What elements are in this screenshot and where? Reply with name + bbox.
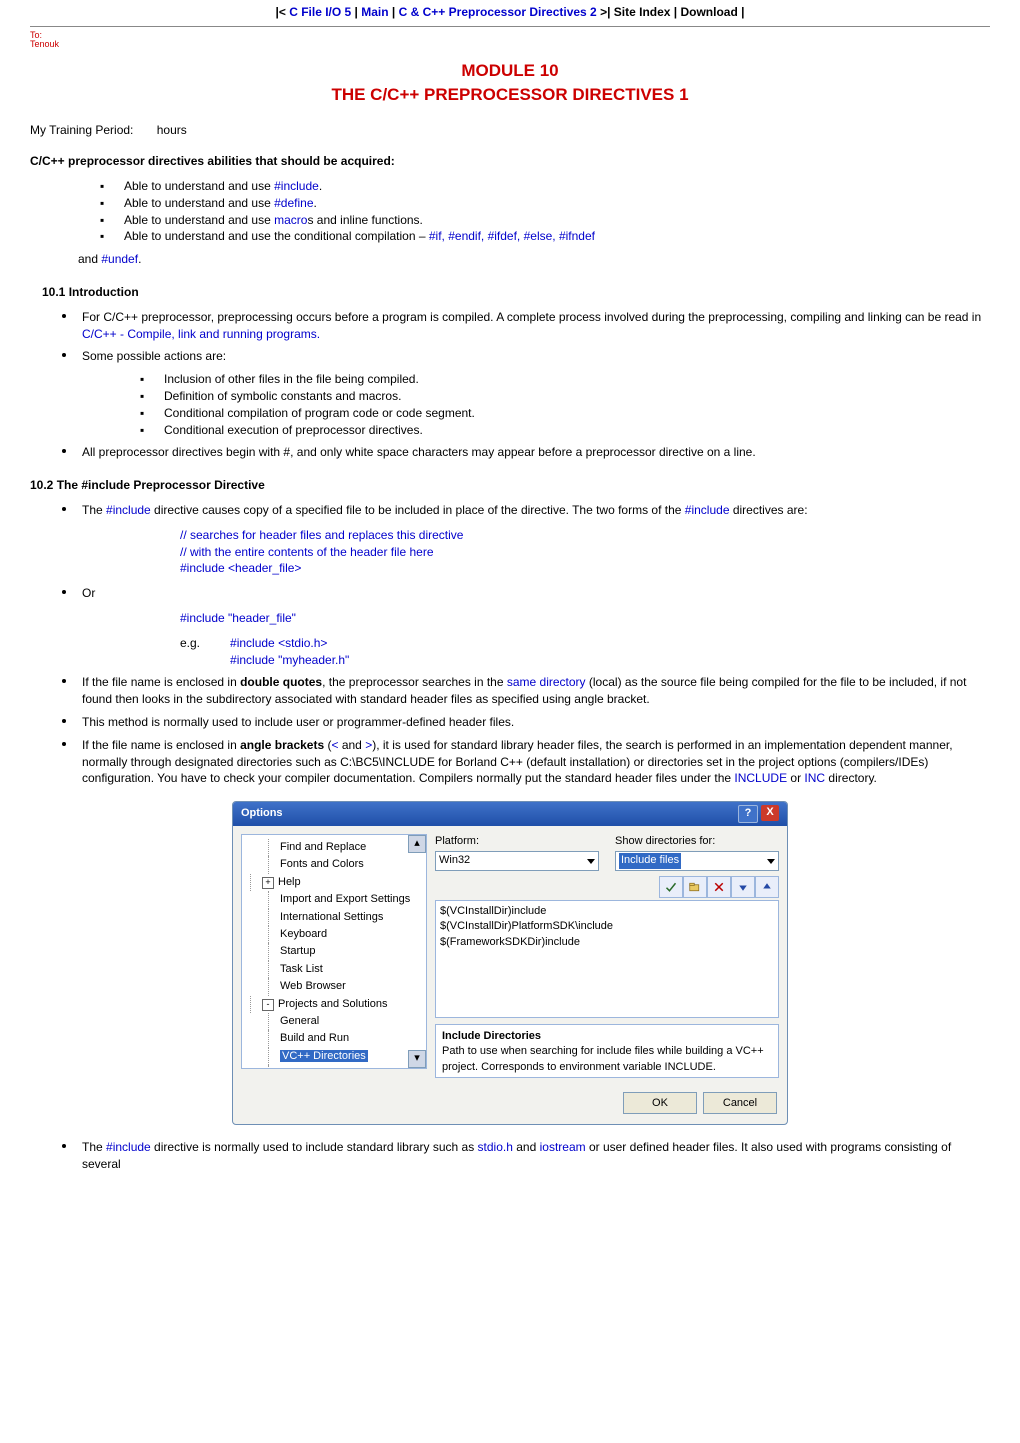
link-compile[interactable]: C/C++ - Compile, link and running progra… bbox=[82, 327, 320, 341]
abilities-heading: C/C++ preprocessor directives abilities … bbox=[30, 153, 990, 170]
tree-item[interactable]: Fonts and Colors bbox=[244, 856, 424, 873]
chevron-down-icon bbox=[587, 859, 595, 864]
check-icon[interactable] bbox=[659, 876, 683, 898]
intro-inner-list: Inclusion of other files in the file bei… bbox=[30, 371, 990, 438]
module-title: MODULE 10 bbox=[30, 59, 990, 83]
showdir-select[interactable]: Include files bbox=[615, 851, 779, 870]
tree-item[interactable]: Web Browser bbox=[244, 978, 424, 995]
brand: To: Tenouk bbox=[30, 31, 990, 49]
code-block-1: // searches for header files and replace… bbox=[30, 527, 990, 577]
delete-icon[interactable] bbox=[707, 876, 731, 898]
page-title: THE C/C++ PREPROCESSOR DIRECTIVES 1 bbox=[30, 83, 990, 107]
move-down-icon[interactable] bbox=[731, 876, 755, 898]
training-period: My Training Period: hours bbox=[30, 122, 990, 139]
tree-item[interactable]: Task List bbox=[244, 961, 424, 978]
ability-item: Able to understand and use #define. bbox=[100, 195, 990, 212]
nav-pre: |< bbox=[276, 5, 290, 19]
list-item: If the file name is enclosed in angle br… bbox=[72, 737, 990, 787]
chevron-down-icon bbox=[767, 859, 775, 864]
toolbar bbox=[435, 876, 779, 898]
tree-item[interactable]: Build and Run bbox=[244, 1030, 424, 1047]
close-icon[interactable]: X bbox=[761, 805, 779, 821]
dialog-title: Options bbox=[241, 806, 283, 821]
list-item[interactable]: $(VCInstallDir)PlatformSDK\include bbox=[440, 919, 774, 934]
abilities-and: and #undef. bbox=[30, 251, 990, 268]
options-dialog: Options ? X ▴ ▾ Find and ReplaceFonts an… bbox=[232, 801, 788, 1125]
include-paths-list[interactable]: $(VCInstallDir)include$(VCInstallDir)Pla… bbox=[435, 900, 779, 1018]
move-up-icon[interactable] bbox=[755, 876, 779, 898]
tree-item[interactable]: +Help bbox=[244, 874, 424, 891]
top-nav: |< C File I/O 5 | Main | C & C++ Preproc… bbox=[30, 0, 990, 25]
tree-item[interactable]: Find and Replace bbox=[244, 839, 424, 856]
nav-link-next[interactable]: C & C++ Preprocessor Directives 2 bbox=[399, 5, 597, 19]
list-item: Or bbox=[72, 585, 990, 602]
showdir-label: Show directories for: bbox=[615, 834, 779, 849]
options-dialog-figure: Options ? X ▴ ▾ Find and ReplaceFonts an… bbox=[232, 801, 788, 1125]
help-icon[interactable]: ? bbox=[738, 805, 758, 823]
list-item: The #include directive causes copy of a … bbox=[72, 502, 990, 519]
abilities-list: Able to understand and use #include. Abl… bbox=[30, 178, 990, 245]
list-item: This method is normally used to include … bbox=[72, 714, 990, 731]
list-item: Definition of symbolic constants and mac… bbox=[140, 388, 990, 405]
intro-list: For C/C++ preprocessor, preprocessing oc… bbox=[30, 309, 990, 365]
new-folder-icon[interactable] bbox=[683, 876, 707, 898]
nav-link-main[interactable]: Main bbox=[361, 5, 388, 19]
options-tree[interactable]: ▴ ▾ Find and ReplaceFonts and Colors+Hel… bbox=[241, 834, 427, 1069]
list-item[interactable]: $(VCInstallDir)include bbox=[440, 904, 774, 919]
tree-item[interactable]: VC++ Project Settings bbox=[244, 1065, 424, 1069]
nav-post: >| Site Index | Download | bbox=[597, 5, 745, 19]
list-item: If the file name is enclosed in double q… bbox=[72, 674, 990, 708]
ability-item: Able to understand and use #include. bbox=[100, 178, 990, 195]
cancel-button[interactable]: Cancel bbox=[703, 1092, 777, 1114]
desc-title: Include Directories bbox=[442, 1030, 541, 1042]
tree-item[interactable]: VC++ Directories bbox=[244, 1048, 424, 1065]
ability-item: Able to understand and use macros and in… bbox=[100, 212, 990, 229]
list-item: Inclusion of other files in the file bei… bbox=[140, 371, 990, 388]
ability-item: Able to understand and use the condition… bbox=[100, 228, 990, 245]
nav-link-prev[interactable]: C File I/O 5 bbox=[289, 5, 351, 19]
tree-item[interactable]: -Projects and Solutions bbox=[244, 996, 424, 1013]
section-10-2-heading: 10.2 The #include Preprocessor Directive bbox=[30, 477, 990, 494]
tree-item[interactable]: Startup bbox=[244, 943, 424, 960]
tree-item[interactable]: General bbox=[244, 1013, 424, 1030]
list-item: For C/C++ preprocessor, preprocessing oc… bbox=[72, 309, 990, 343]
platform-select[interactable]: Win32 bbox=[435, 851, 599, 870]
code-block-2: #include "header_file" bbox=[30, 610, 990, 627]
description-box: Include Directories Path to use when sea… bbox=[435, 1024, 779, 1078]
tree-item[interactable]: International Settings bbox=[244, 909, 424, 926]
list-item: All preprocessor directives begin with #… bbox=[72, 444, 990, 461]
example-row: e.g. #include <stdio.h> e.g. #include "m… bbox=[30, 635, 990, 669]
platform-label: Platform: bbox=[435, 834, 599, 849]
list-item: Conditional execution of preprocessor di… bbox=[140, 422, 990, 439]
tree-item[interactable]: Import and Export Settings bbox=[244, 891, 424, 908]
ok-button[interactable]: OK bbox=[623, 1092, 697, 1114]
section-10-1-heading: 10.1 Introduction bbox=[42, 284, 990, 301]
list-item: The #include directive is normally used … bbox=[72, 1139, 990, 1173]
list-item[interactable]: $(FrameworkSDKDir)include bbox=[440, 935, 774, 950]
list-item: Some possible actions are: bbox=[72, 348, 990, 365]
dialog-titlebar: Options ? X bbox=[233, 802, 787, 826]
desc-body: Path to use when searching for include f… bbox=[442, 1045, 764, 1072]
list-item: Conditional compilation of program code … bbox=[140, 405, 990, 422]
tree-item[interactable]: Keyboard bbox=[244, 926, 424, 943]
right-panel: Platform: Win32 Show directories for: In… bbox=[435, 834, 779, 1078]
